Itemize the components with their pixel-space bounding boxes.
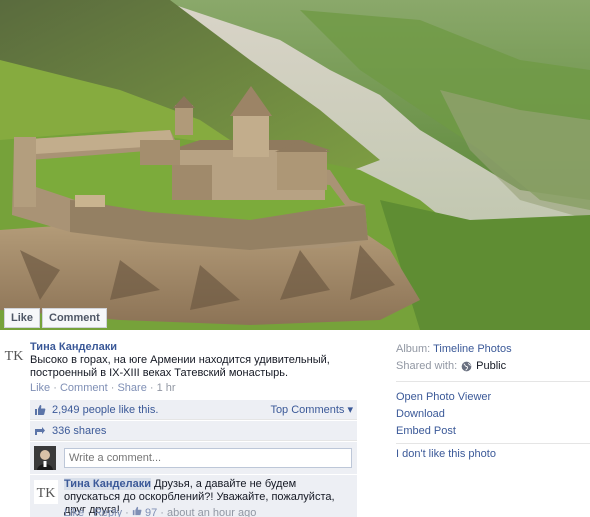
comment-input[interactable]	[64, 448, 352, 468]
embed-post-link[interactable]: Embed Post	[396, 423, 491, 440]
post-author-name[interactable]: Тина Канделаки	[30, 341, 117, 353]
photo-comment-button[interactable]: Comment	[42, 308, 107, 328]
meta-separator: ·	[53, 382, 57, 394]
comment-reply-link[interactable]: Reply	[94, 507, 122, 517]
photo-like-button[interactable]: Like	[4, 308, 41, 328]
privacy-info: Shared with: Public	[396, 360, 506, 372]
divider	[396, 381, 590, 382]
caption-line-1: Высоко в горах, на юге Армении находится…	[30, 354, 330, 366]
post-photo[interactable]: Like Comment	[0, 0, 590, 330]
caption-line-2: построенный в IX-XIII веках Татевский мо…	[30, 367, 289, 379]
post-like-link[interactable]: Like	[30, 382, 50, 394]
album-label: Album:	[396, 343, 431, 355]
photo-hover-actions: Like Comment	[4, 308, 107, 328]
write-comment-row	[30, 442, 357, 474]
shares-count-link[interactable]: 336 shares	[52, 425, 106, 437]
shares-summary-row: 336 shares	[30, 421, 357, 441]
post-share-link[interactable]: Share	[117, 382, 146, 394]
commenter-avatar[interactable]: TK	[34, 480, 58, 504]
thumbs-up-icon	[35, 404, 46, 415]
shared-label: Shared with:	[396, 360, 458, 372]
globe-icon	[461, 361, 472, 371]
comment-like-link[interactable]: Like	[64, 507, 84, 517]
post-content: TK Тина Канделаки Высоко в горах, на юге…	[0, 330, 390, 517]
post-timestamp[interactable]: 1 hr	[157, 382, 176, 394]
comment-item: TK Тина Канделаки Друзья, а давайте не б…	[30, 475, 357, 517]
thumbs-up-icon	[132, 506, 142, 516]
dont-like-photo-link[interactable]: I don't like this photo	[396, 448, 496, 460]
comment-timestamp[interactable]: about an hour ago	[167, 507, 256, 517]
meta-separator: ·	[87, 507, 91, 517]
likes-summary-row: 2,949 people like this. Top Comments ▾	[30, 400, 357, 420]
meta-separator: ·	[125, 507, 129, 517]
svg-text:TK: TK	[37, 486, 56, 501]
likes-count-link[interactable]: 2,949 people like this.	[52, 404, 158, 416]
post-meta: Like · Comment · Share · 1 hr	[30, 382, 176, 394]
monastery-landscape-image	[0, 0, 590, 330]
album-info: Album: Timeline Photos	[396, 343, 512, 355]
photo-sidebar: Album: Timeline Photos Shared with: Publ…	[396, 330, 590, 517]
viewer-avatar	[34, 446, 56, 470]
svg-text:TK: TK	[5, 349, 24, 364]
album-link[interactable]: Timeline Photos	[433, 343, 511, 355]
comment-meta: Like · Reply · 97 · about an hour ago	[64, 506, 256, 517]
meta-separator: ·	[110, 382, 115, 394]
feedback-box: 2,949 people like this. Top Comments ▾ 3…	[30, 400, 357, 517]
top-comments-dropdown[interactable]: Top Comments ▾	[270, 403, 353, 416]
meta-separator: ·	[149, 382, 154, 394]
divider	[396, 443, 590, 444]
download-link[interactable]: Download	[396, 406, 491, 423]
open-photo-viewer-link[interactable]: Open Photo Viewer	[396, 389, 491, 406]
comment-likes-count[interactable]: 97	[145, 507, 157, 517]
post-caption: Высоко в горах, на юге Армении находится…	[30, 354, 330, 380]
post-comment-link[interactable]: Comment	[60, 382, 108, 394]
author-avatar[interactable]: TK	[4, 344, 24, 366]
meta-separator: ·	[160, 507, 164, 517]
comment-author-name[interactable]: Тина Канделаки	[64, 478, 151, 490]
share-icon	[35, 426, 45, 435]
privacy-value[interactable]: Public	[476, 360, 506, 372]
photo-actions-list: Open Photo Viewer Download Embed Post	[396, 389, 491, 440]
